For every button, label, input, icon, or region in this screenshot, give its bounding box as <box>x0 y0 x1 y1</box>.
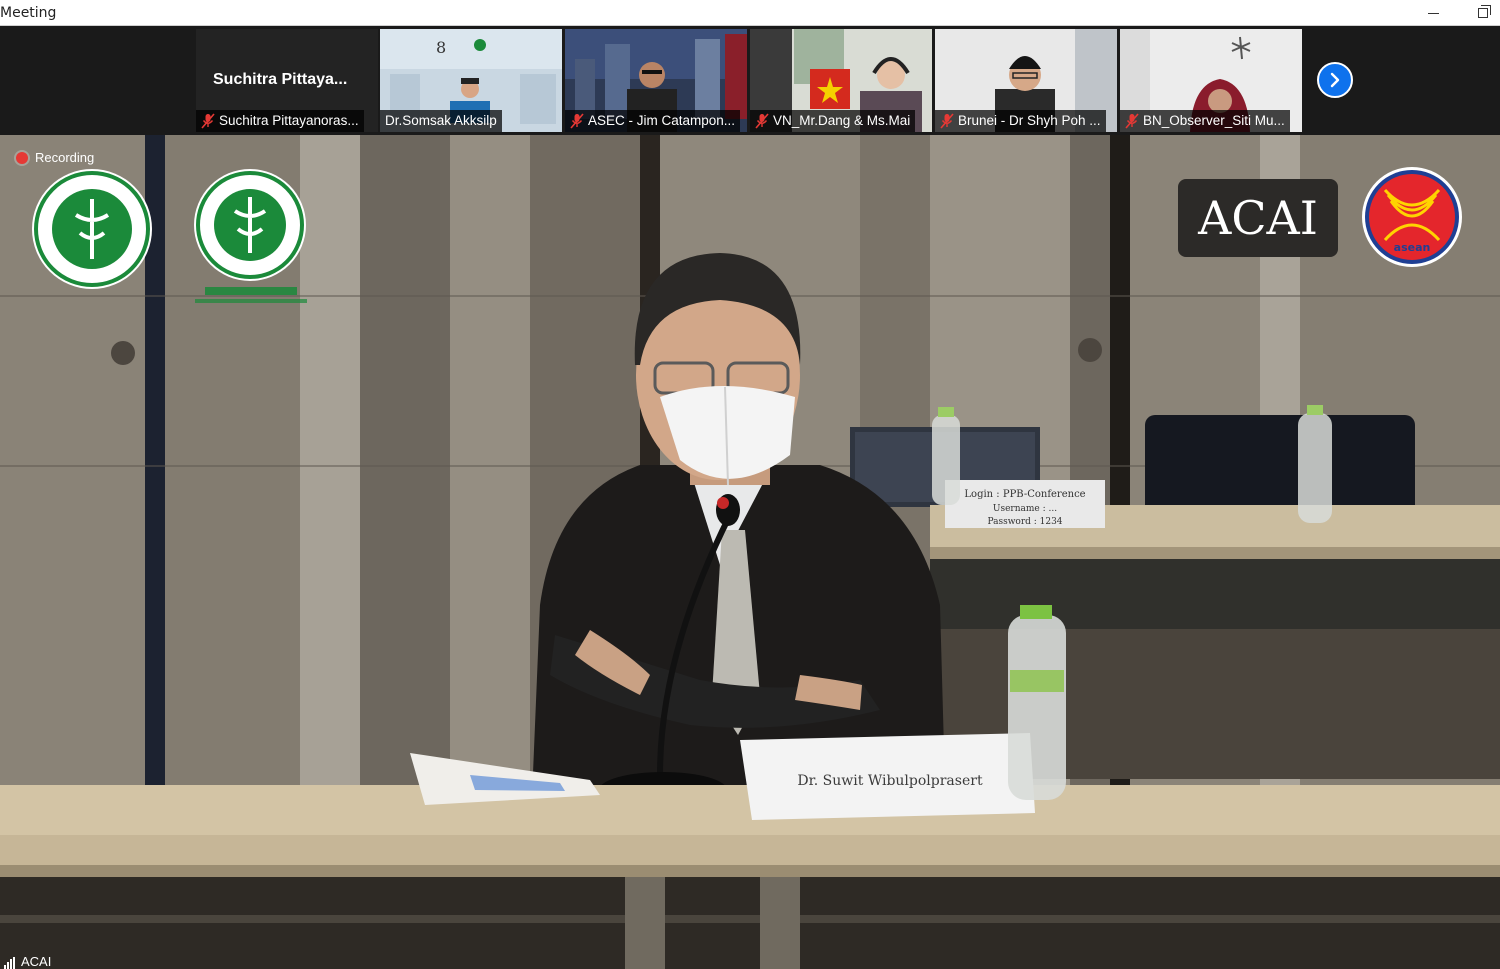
participant-tile[interactable]: VN_Mr.Dang & Ms.Mai <box>750 29 932 132</box>
minimize-icon <box>1427 12 1439 14</box>
mic-muted-icon <box>755 113 769 129</box>
signal-bars-icon <box>4 957 15 969</box>
participant-label: ASEC - Jim Catampon... <box>565 110 741 132</box>
participant-name: Brunei - Dr Shyh Poh ... <box>958 113 1101 128</box>
next-page-button[interactable] <box>1317 62 1353 98</box>
participant-label: Dr.Somsak Akksilp <box>380 110 502 132</box>
window-titlebar: Meeting <box>0 0 1500 26</box>
sign-line: Username : ... <box>993 504 1057 514</box>
speaker-name: ACAI <box>21 954 52 969</box>
video-scene: Login : PPB-Conference Username : ... Pa… <box>0 135 1500 969</box>
nameplate-text: Dr. Suwit Wibulpolprasert <box>797 773 983 789</box>
minimize-button[interactable] <box>1410 0 1456 26</box>
mic-muted-icon <box>201 113 215 129</box>
participant-label: VN_Mr.Dang & Ms.Mai <box>750 110 916 132</box>
asean-logo-text: asean <box>1394 241 1431 254</box>
participant-tile[interactable]: 8 Dr.Somsak Akksilp <box>380 29 562 132</box>
recording-label: Recording <box>35 150 95 165</box>
participant-tile[interactable]: ASEC - Jim Catampon... <box>565 29 747 132</box>
participant-display-name: Suchitra Pittaya... <box>213 71 348 88</box>
participant-tile[interactable]: Suchitra Pittaya... Suchitra Pittayanora… <box>196 29 378 132</box>
participant-tile[interactable]: Brunei - Dr Shyh Poh ... <box>935 29 1117 132</box>
participant-label: Suchitra Pittayanoras... <box>196 110 364 132</box>
svg-text:8: 8 <box>436 38 446 57</box>
mic-muted-icon <box>570 113 584 129</box>
participant-name: ASEC - Jim Catampon... <box>588 113 736 128</box>
recording-dot-icon <box>16 151 28 164</box>
recording-indicator[interactable]: Recording <box>16 150 94 165</box>
sign-line: Login : PPB-Conference <box>964 489 1085 500</box>
chevron-right-icon <box>1330 72 1340 88</box>
acai-logo-text: ACAI <box>1197 191 1318 245</box>
participant-name: Suchitra Pittayanoras... <box>219 113 359 128</box>
participant-label: BN_Observer_Siti Mu... <box>1120 110 1290 132</box>
restore-icon <box>1478 5 1491 18</box>
participant-name: BN_Observer_Siti Mu... <box>1143 113 1285 128</box>
moph-logo-icon <box>32 169 152 289</box>
sign-line: Password : 1234 <box>987 517 1062 527</box>
mic-muted-icon <box>940 113 954 129</box>
mic-muted-icon <box>1125 113 1139 129</box>
main-video[interactable]: Login : PPB-Conference Username : ... Pa… <box>0 135 1500 969</box>
asean-logo-icon: asean <box>1362 167 1462 267</box>
active-speaker-label: ACAI <box>4 954 51 969</box>
restore-button[interactable] <box>1460 0 1500 26</box>
participant-strip: Suchitra Pittaya... Suchitra Pittayanora… <box>0 26 1500 135</box>
participant-label: Brunei - Dr Shyh Poh ... <box>935 110 1106 132</box>
participant-tile[interactable]: BN_Observer_Siti Mu... <box>1120 29 1302 132</box>
participant-name: VN_Mr.Dang & Ms.Mai <box>773 113 911 128</box>
participant-name: Dr.Somsak Akksilp <box>385 113 497 128</box>
window-title: Meeting <box>0 5 57 21</box>
